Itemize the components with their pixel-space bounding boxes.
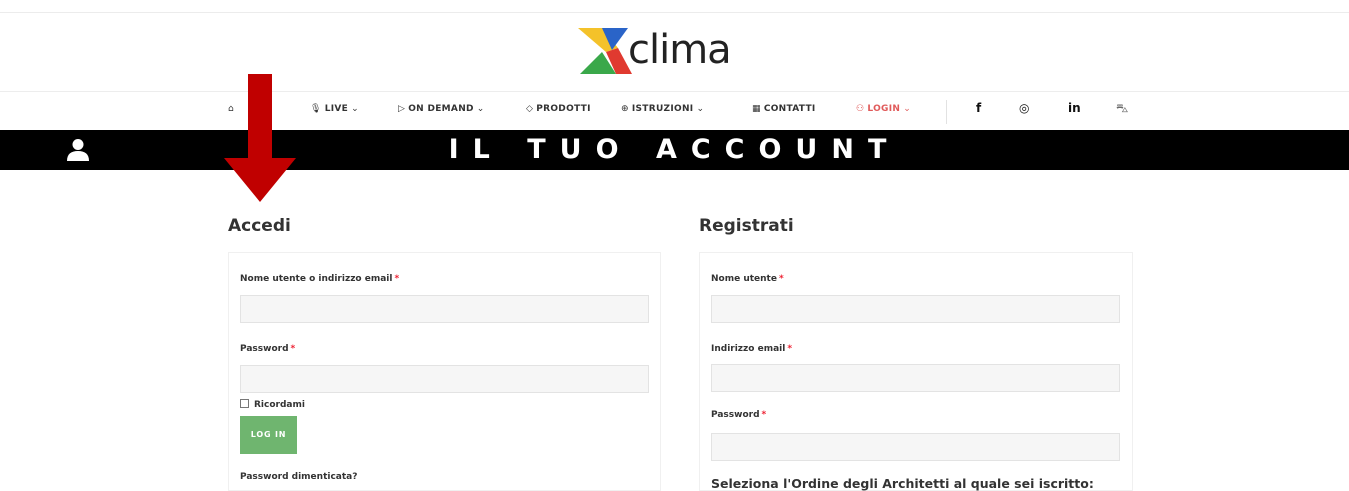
- contact-card-icon: ▦: [752, 104, 761, 114]
- facebook-icon[interactable]: f: [976, 101, 981, 115]
- play-icon: ▷: [398, 104, 406, 114]
- register-form: Nome utente * Indirizzo email * Password * …: [699, 252, 1133, 491]
- microphone-icon: 🎙: [310, 104, 322, 114]
- main-nav: ⌂ 🎙 LIVE ⌄ ▷ ON DEMAND ⌄ ◇ PRODOTTI ⊕ ISTRUZIO…: [226, 100, 1146, 124]
- nav-divider: [0, 91, 1349, 92]
- register-email-label: Indirizzo email *: [711, 344, 793, 354]
- register-email-input[interactable]: [711, 364, 1120, 392]
- page-title: IL TUO ACCOUNT: [448, 134, 901, 165]
- chevron-down-icon: ⌄: [476, 104, 485, 114]
- nav-live-label: LIVE: [324, 104, 349, 114]
- remember-me-checkbox[interactable]: Ricordami: [240, 399, 305, 410]
- nav-separator: [946, 100, 947, 124]
- checkbox-icon[interactable]: [240, 399, 249, 408]
- site-logo[interactable]: clima: [576, 22, 776, 80]
- login-username-input[interactable]: [240, 295, 649, 323]
- login-form: Nome utente o indirizzo email * Password *…: [228, 252, 661, 491]
- login-button[interactable]: LOG IN: [240, 416, 297, 454]
- nav-live[interactable]: 🎙 LIVE ⌄: [310, 104, 359, 114]
- nav-on-demand[interactable]: ▷ ON DEMAND ⌄: [398, 104, 485, 114]
- chevron-down-icon: ⌄: [351, 104, 359, 114]
- user-icon: ⚇: [856, 104, 865, 114]
- register-password-input[interactable]: [711, 433, 1120, 461]
- info-icon: ⊕: [621, 104, 629, 114]
- linkedin-icon[interactable]: in: [1068, 101, 1081, 115]
- chevron-down-icon: ⌄: [903, 104, 912, 114]
- top-divider: [0, 12, 1349, 13]
- login-password-label: Password *: [240, 344, 296, 354]
- register-title: Registrati: [699, 216, 794, 236]
- login-password-input[interactable]: [240, 365, 649, 393]
- red-arrow-annotation: [224, 74, 296, 202]
- nav-login[interactable]: ⚇ LOGIN ⌄: [856, 104, 911, 114]
- logo-x-mark: [578, 28, 632, 74]
- register-password-label: Password *: [711, 410, 767, 420]
- chevron-down-icon: ⌄: [696, 104, 705, 114]
- forgot-password-link[interactable]: Password dimenticata?: [240, 472, 357, 482]
- nav-istruzioni[interactable]: ⊕ ISTRUZIONI ⌄: [621, 104, 704, 114]
- nav-prodotti[interactable]: ◇ PRODOTTI: [526, 104, 591, 114]
- nav-contatti[interactable]: ▦ CONTATTI: [752, 104, 816, 114]
- register-username-input[interactable]: [711, 295, 1120, 323]
- login-title: Accedi: [228, 216, 291, 236]
- nav-prodotti-label: PRODOTTI: [536, 104, 591, 114]
- account-banner: IL TUO ACCOUNT: [0, 130, 1349, 170]
- ordine-architetti-label: Seleziona l'Ordine degli Architetti al q…: [711, 476, 1094, 491]
- nav-contatti-label: CONTATTI: [763, 104, 816, 114]
- tag-icon: ◇: [526, 104, 534, 114]
- nav-on-demand-label: ON DEMAND: [408, 104, 474, 114]
- register-username-label: Nome utente *: [711, 274, 784, 284]
- nav-login-label: LOGIN: [867, 104, 901, 114]
- nav-istruzioni-label: ISTRUZIONI: [631, 104, 694, 114]
- cart-icon[interactable]: ⛍: [1116, 101, 1128, 117]
- login-username-label: Nome utente o indirizzo email *: [240, 274, 400, 284]
- instagram-icon[interactable]: ◎: [1019, 101, 1029, 115]
- logo-wordmark: clima: [628, 27, 732, 73]
